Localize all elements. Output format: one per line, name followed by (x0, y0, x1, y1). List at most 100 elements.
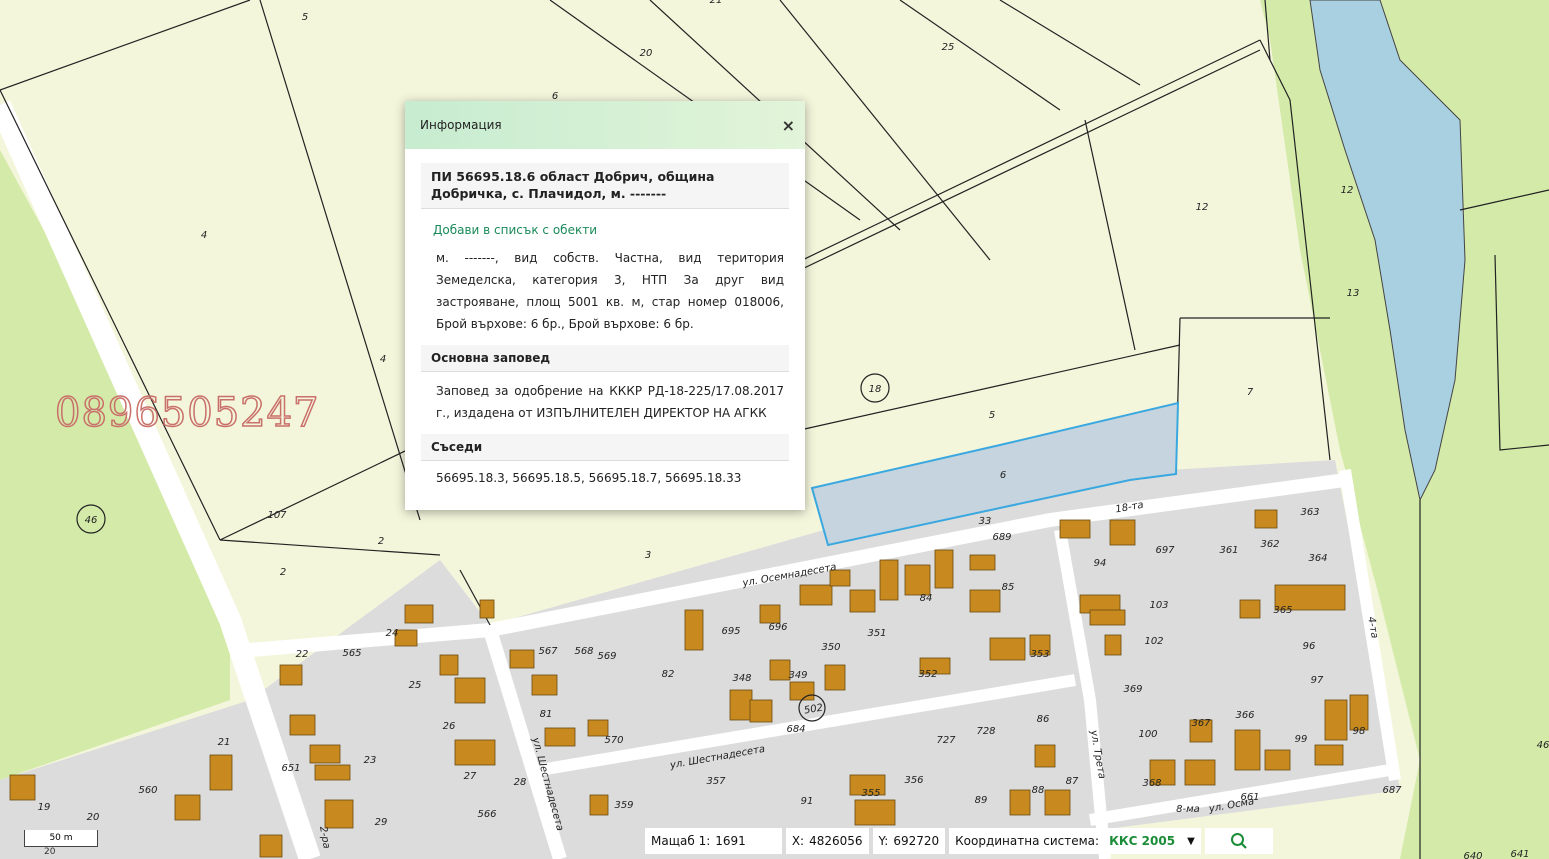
parcel-label: 3 (645, 550, 651, 561)
parcel-label: 368 (1142, 778, 1161, 789)
parcel-label: 356 (904, 775, 923, 786)
parcel-label: 7 (1247, 387, 1254, 398)
parcel-label: 6 (1000, 470, 1006, 481)
neighbors-heading: Съседи (421, 434, 789, 461)
parcel-label: 695 (721, 626, 740, 637)
parcel-label: 8-ма (1176, 804, 1200, 815)
parcel-label: 566 (477, 809, 496, 820)
order-text: Заповед за одобрение на КККР РД-18-225/1… (436, 384, 784, 420)
parcel-label: 102 (1144, 636, 1163, 647)
popup-body: ПИ 56695.18.6 област Добрич, община Добр… (405, 149, 805, 489)
parcel-label: 687 (1382, 785, 1402, 796)
parcel-label: 82 (662, 669, 675, 680)
parcel-label: 21 (218, 737, 231, 748)
parcel-label: 21 (710, 0, 723, 6)
parcel-label: 349 (788, 670, 807, 681)
parcel-label: 28 (514, 777, 527, 788)
crs-selector[interactable]: Координатна система: ККС 2005 ▼ (949, 828, 1201, 854)
popup-header: Информация × (405, 101, 805, 149)
parcel-label: 568 (574, 646, 593, 657)
search-button[interactable] (1204, 828, 1273, 854)
search-icon (1230, 833, 1247, 849)
parcel-label: 366 (1235, 710, 1254, 721)
order-heading: Основна заповед (421, 345, 789, 372)
parcel-label: 97 (1311, 675, 1324, 686)
neighbors-text: 56695.18.3, 56695.18.5, 56695.18.7, 5669… (436, 471, 742, 485)
parcel-label: 26 (443, 721, 456, 732)
parcel-label: 640 (1463, 851, 1482, 859)
parcel-label: 369 (1123, 684, 1142, 695)
parcel-label: 363 (1300, 507, 1319, 518)
parcel-label: 20 (640, 48, 653, 59)
parcel-label: 364 (1308, 553, 1327, 564)
parcel-label: 107 (267, 510, 287, 521)
parcel-heading: ПИ 56695.18.6 област Добрич, община Добр… (421, 163, 789, 209)
parcel-label: 13 (1347, 288, 1360, 299)
parcel-label: 86 (1037, 714, 1050, 725)
scale-bar-under-label: 20 (44, 847, 56, 857)
parcel-label: 352 (918, 669, 937, 680)
parcel-label: 570 (604, 735, 623, 746)
crs-value: ККС 2005 (1109, 834, 1176, 848)
scale-value: 1691 (715, 834, 746, 848)
crs-label: Координатна система: (955, 834, 1100, 848)
parcel-label: 81 (540, 709, 553, 720)
close-icon[interactable]: × (782, 116, 795, 135)
parcel-label: 87 (1066, 776, 1079, 787)
y-label: Y: (878, 834, 889, 848)
parcel-label: 88 (1032, 785, 1045, 796)
parcel-label: 362 (1260, 539, 1279, 550)
watermark-phone: 0896505247 (54, 389, 320, 437)
scale-label: Мащаб 1: (651, 834, 711, 848)
parcel-label: 18 (869, 384, 882, 395)
scale-readout: Мащаб 1: 1691 (645, 828, 782, 854)
parcel-label: 98 (1353, 726, 1366, 737)
parcel-label: 359 (614, 800, 633, 811)
parcel-label: 100 (1138, 729, 1157, 740)
parcel-label: 560 (138, 785, 157, 796)
parcel-label: 641 (1510, 849, 1529, 859)
info-popup: Информация × ПИ 56695.18.6 област Добрич… (405, 101, 805, 510)
parcel-label: 33 (979, 516, 992, 527)
parcel-label: 84 (920, 593, 933, 604)
parcel-label: 696 (768, 622, 787, 633)
parcel-label: 12 (1341, 185, 1354, 196)
parcel-label: 25 (942, 42, 955, 53)
parcel-label: 689 (992, 532, 1011, 543)
x-label: X: (791, 834, 805, 848)
parcel-label: 684 (786, 724, 805, 735)
parcel-label: 2 (378, 536, 384, 547)
popup-title: Информация (420, 118, 502, 132)
parcel-label: 2 (280, 567, 286, 578)
status-bar: Мащаб 1: 1691 X: 4826056 Y: 692720 Коорд… (645, 828, 1277, 854)
parcel-label: 91 (801, 796, 814, 807)
y-value: 692720 (893, 834, 940, 848)
parcel-label: 99 (1295, 734, 1308, 745)
parcel-label: 22 (296, 649, 309, 660)
parcel-label: 361 (1219, 545, 1238, 556)
parcel-label: 651 (281, 763, 300, 774)
parcel-label: 357 (706, 776, 726, 787)
parcel-label: 353 (1030, 649, 1049, 660)
x-value: 4826056 (809, 834, 863, 848)
parcel-label: 89 (975, 795, 988, 806)
parcel-label: 19 (38, 802, 51, 813)
parcel-label: 24 (386, 628, 399, 639)
parcel-label: 4 (201, 230, 207, 241)
parcel-label: 20 (87, 812, 100, 823)
parcel-label: 103 (1149, 600, 1168, 611)
parcel-label: 565 (342, 648, 361, 659)
parcel-label: 355 (861, 788, 880, 799)
parcel-label: 25 (409, 680, 422, 691)
add-to-list-link[interactable]: Добави в списък с обекти (433, 223, 789, 237)
parcel-label: 94 (1094, 558, 1107, 569)
parcel-label: 85 (1002, 582, 1015, 593)
parcel-label: 727 (936, 735, 956, 746)
parcel-label: 23 (364, 755, 377, 766)
parcel-label: 29 (375, 817, 388, 828)
y-readout: Y: 692720 (872, 828, 946, 854)
parcel-label: 46 (85, 515, 98, 526)
parcel-label: 96 (1303, 641, 1316, 652)
chevron-down-icon[interactable]: ▼ (1187, 836, 1195, 847)
parcel-label: 5 (989, 410, 995, 421)
